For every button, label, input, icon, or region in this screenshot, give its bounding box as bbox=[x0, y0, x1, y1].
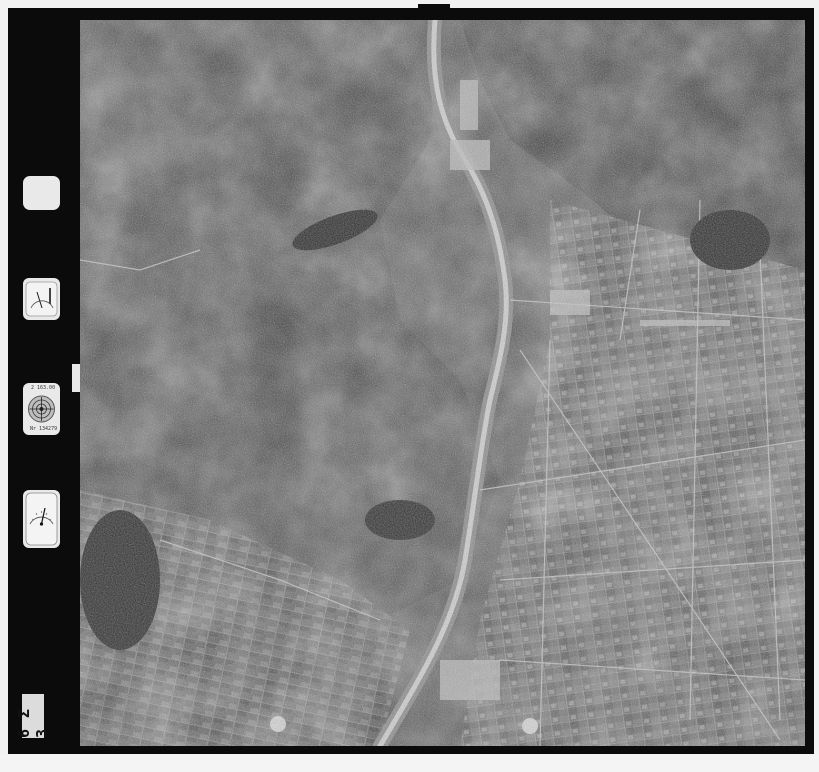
altimeter-indicator-card bbox=[23, 490, 60, 548]
clock-dial-icon bbox=[25, 281, 58, 317]
blank-indicator-card bbox=[23, 176, 60, 210]
frame-number-label: 6 Σ 3 bbox=[15, 694, 51, 738]
aerial-photo bbox=[80, 20, 805, 746]
level-indicator-card: 2 163.00 Nr 134279 bbox=[23, 383, 60, 435]
altimeter-dial-icon bbox=[25, 492, 58, 546]
level-card-bottom-text: Nr 134279 bbox=[30, 426, 58, 432]
film-edge-strip bbox=[0, 754, 819, 772]
fiducial-mark-left bbox=[72, 364, 80, 392]
film-frame: 2 163.00 Nr 134279 6 Σ 3 bbox=[8, 4, 814, 758]
clock-indicator-card bbox=[23, 278, 60, 320]
fiducial-notch-top bbox=[418, 4, 450, 20]
